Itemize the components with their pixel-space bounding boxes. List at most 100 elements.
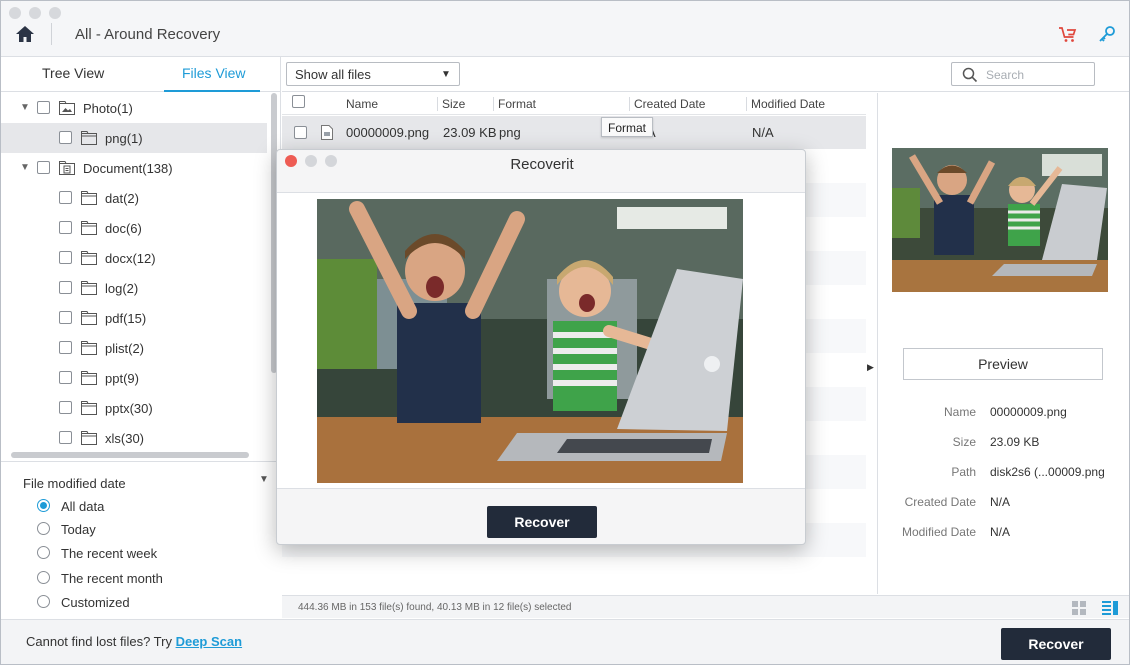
column-name[interactable]: Name bbox=[346, 97, 378, 111]
tree-checkbox[interactable] bbox=[59, 131, 72, 144]
tree-item-label: xls(30) bbox=[105, 431, 145, 446]
select-value: Show all files bbox=[295, 67, 371, 82]
chevron-down-icon[interactable]: ▼ bbox=[20, 162, 30, 173]
file-filter-select[interactable]: Show all files ▼ bbox=[286, 62, 460, 86]
tree-checkbox[interactable] bbox=[59, 401, 72, 414]
preview-button[interactable]: Preview bbox=[903, 348, 1103, 380]
tab-tree-view[interactable]: Tree View bbox=[42, 65, 104, 81]
folder-icon bbox=[81, 371, 97, 385]
tree-item-label: pdf(15) bbox=[105, 311, 147, 326]
tree-checkbox[interactable] bbox=[37, 161, 50, 174]
radio-label: Customized bbox=[61, 595, 130, 610]
column-format[interactable]: Format bbox=[498, 97, 536, 111]
window-controls bbox=[9, 7, 61, 19]
list-view-icon[interactable] bbox=[1102, 601, 1118, 615]
zoom-window-button[interactable] bbox=[49, 7, 61, 19]
list-toolbar: Show all files ▼ bbox=[282, 57, 1129, 92]
tree-checkbox[interactable] bbox=[59, 191, 72, 204]
grid-view-icon[interactable] bbox=[1072, 601, 1086, 615]
title-divider bbox=[51, 23, 52, 45]
cell-modified-date: N/A bbox=[752, 125, 774, 140]
minimize-window-button[interactable] bbox=[29, 7, 41, 19]
tree-item-label: log(2) bbox=[105, 281, 139, 296]
tree-item-pptx[interactable]: pptx(30) bbox=[1, 393, 267, 423]
view-tabs: Tree View Files View bbox=[1, 57, 281, 92]
radio-recent-month[interactable] bbox=[37, 571, 50, 584]
tree-item-dat[interactable]: dat(2) bbox=[1, 183, 267, 213]
folder-icon bbox=[81, 251, 97, 265]
folder-icon bbox=[81, 221, 97, 235]
file-type-tree: ▼ Photo(1) png(1) ▼ Document(138) dat(2)… bbox=[1, 93, 267, 449]
select-all-checkbox[interactable] bbox=[292, 95, 305, 108]
radio-label: The recent month bbox=[61, 571, 163, 586]
left-panel: Tree View Files View ▼ Photo(1) png(1) ▼… bbox=[1, 57, 281, 618]
deep-scan-link[interactable]: Deep Scan bbox=[176, 634, 242, 649]
tree-checkbox[interactable] bbox=[59, 281, 72, 294]
tree-item-label: png(1) bbox=[105, 131, 143, 146]
radio-all-data[interactable] bbox=[37, 499, 50, 512]
info-key: Name bbox=[943, 405, 976, 419]
preview-thumbnail-image bbox=[892, 148, 1108, 292]
home-icon[interactable] bbox=[15, 24, 35, 44]
tree-item-png[interactable]: png(1) bbox=[1, 123, 267, 153]
tree-checkbox[interactable] bbox=[59, 371, 72, 384]
chevron-down-icon[interactable]: ▼ bbox=[20, 102, 30, 113]
tree-item-log[interactable]: log(2) bbox=[1, 273, 267, 303]
modal-recover-button[interactable]: Recover bbox=[487, 506, 597, 538]
tree-checkbox[interactable] bbox=[37, 101, 50, 114]
tree-item-doc[interactable]: doc(6) bbox=[1, 213, 267, 243]
search-box bbox=[951, 62, 1095, 86]
column-created-date[interactable]: Created Date bbox=[634, 97, 705, 111]
tree-item-plist[interactable]: plist(2) bbox=[1, 333, 267, 363]
tree-checkbox[interactable] bbox=[59, 251, 72, 264]
tab-files-view[interactable]: Files View bbox=[182, 65, 246, 81]
info-key: Modified Date bbox=[901, 525, 976, 539]
radio-customized[interactable] bbox=[37, 595, 50, 608]
column-divider bbox=[493, 97, 494, 111]
cart-icon[interactable] bbox=[1058, 25, 1078, 43]
radio-recent-week[interactable] bbox=[37, 546, 50, 559]
info-key: Size bbox=[952, 435, 976, 449]
search-input[interactable] bbox=[986, 66, 1086, 83]
info-value: 00000009.png bbox=[990, 405, 1067, 419]
tree-item-photo[interactable]: ▼ Photo(1) bbox=[1, 93, 267, 123]
tree-item-document[interactable]: ▼ Document(138) bbox=[1, 153, 267, 183]
tree-item-docx[interactable]: docx(12) bbox=[1, 243, 267, 273]
table-row[interactable]: 00000009.png 23.09 KB png N/A N/A bbox=[282, 116, 866, 149]
tree-checkbox[interactable] bbox=[59, 341, 72, 354]
column-divider bbox=[437, 97, 438, 111]
folder-icon bbox=[81, 341, 97, 355]
recover-button[interactable]: Recover bbox=[1001, 628, 1111, 660]
tree-checkbox[interactable] bbox=[59, 431, 72, 444]
title-bar: All - Around Recovery bbox=[1, 1, 1129, 57]
tree-item-pdf[interactable]: pdf(15) bbox=[1, 303, 267, 333]
tree-item-label: pptx(30) bbox=[105, 401, 153, 416]
close-window-button[interactable] bbox=[9, 7, 21, 19]
key-icon[interactable] bbox=[1097, 25, 1117, 43]
row-checkbox[interactable] bbox=[294, 126, 307, 139]
hint-text: Cannot find lost files? Try bbox=[26, 634, 176, 649]
collapse-preview-arrow-icon[interactable]: ▶ bbox=[867, 362, 874, 373]
tree-item-label: docx(12) bbox=[105, 251, 156, 266]
tree-item-ppt[interactable]: ppt(9) bbox=[1, 363, 267, 393]
radio-today[interactable] bbox=[37, 522, 50, 535]
chevron-down-icon[interactable]: ▼ bbox=[259, 474, 269, 485]
radio-label: Today bbox=[61, 522, 96, 537]
info-value: 23.09 KB bbox=[990, 435, 1040, 449]
tree-item-label: Document(138) bbox=[83, 161, 173, 176]
folder-icon bbox=[81, 311, 97, 325]
folder-icon bbox=[81, 431, 97, 445]
tree-checkbox[interactable] bbox=[59, 221, 72, 234]
column-divider bbox=[746, 97, 747, 111]
tree-checkbox[interactable] bbox=[59, 311, 72, 324]
app-window: All - Around Recovery Tree View Files Vi… bbox=[0, 0, 1130, 665]
list-header: Name Size Format Created Date Modified D… bbox=[282, 93, 866, 115]
tree-horizontal-scrollbar[interactable] bbox=[11, 452, 249, 458]
preview-pane: Preview Name 00000009.png Size 23.09 KB … bbox=[877, 93, 1129, 594]
column-size[interactable]: Size bbox=[442, 97, 465, 111]
breadcrumb: All - Around Recovery bbox=[75, 26, 221, 43]
tree-item-xls[interactable]: xls(30) bbox=[1, 423, 267, 449]
status-bar: 444.36 MB in 153 file(s) found, 40.13 MB… bbox=[282, 595, 1129, 618]
column-divider bbox=[629, 97, 630, 111]
column-modified-date[interactable]: Modified Date bbox=[751, 97, 825, 111]
